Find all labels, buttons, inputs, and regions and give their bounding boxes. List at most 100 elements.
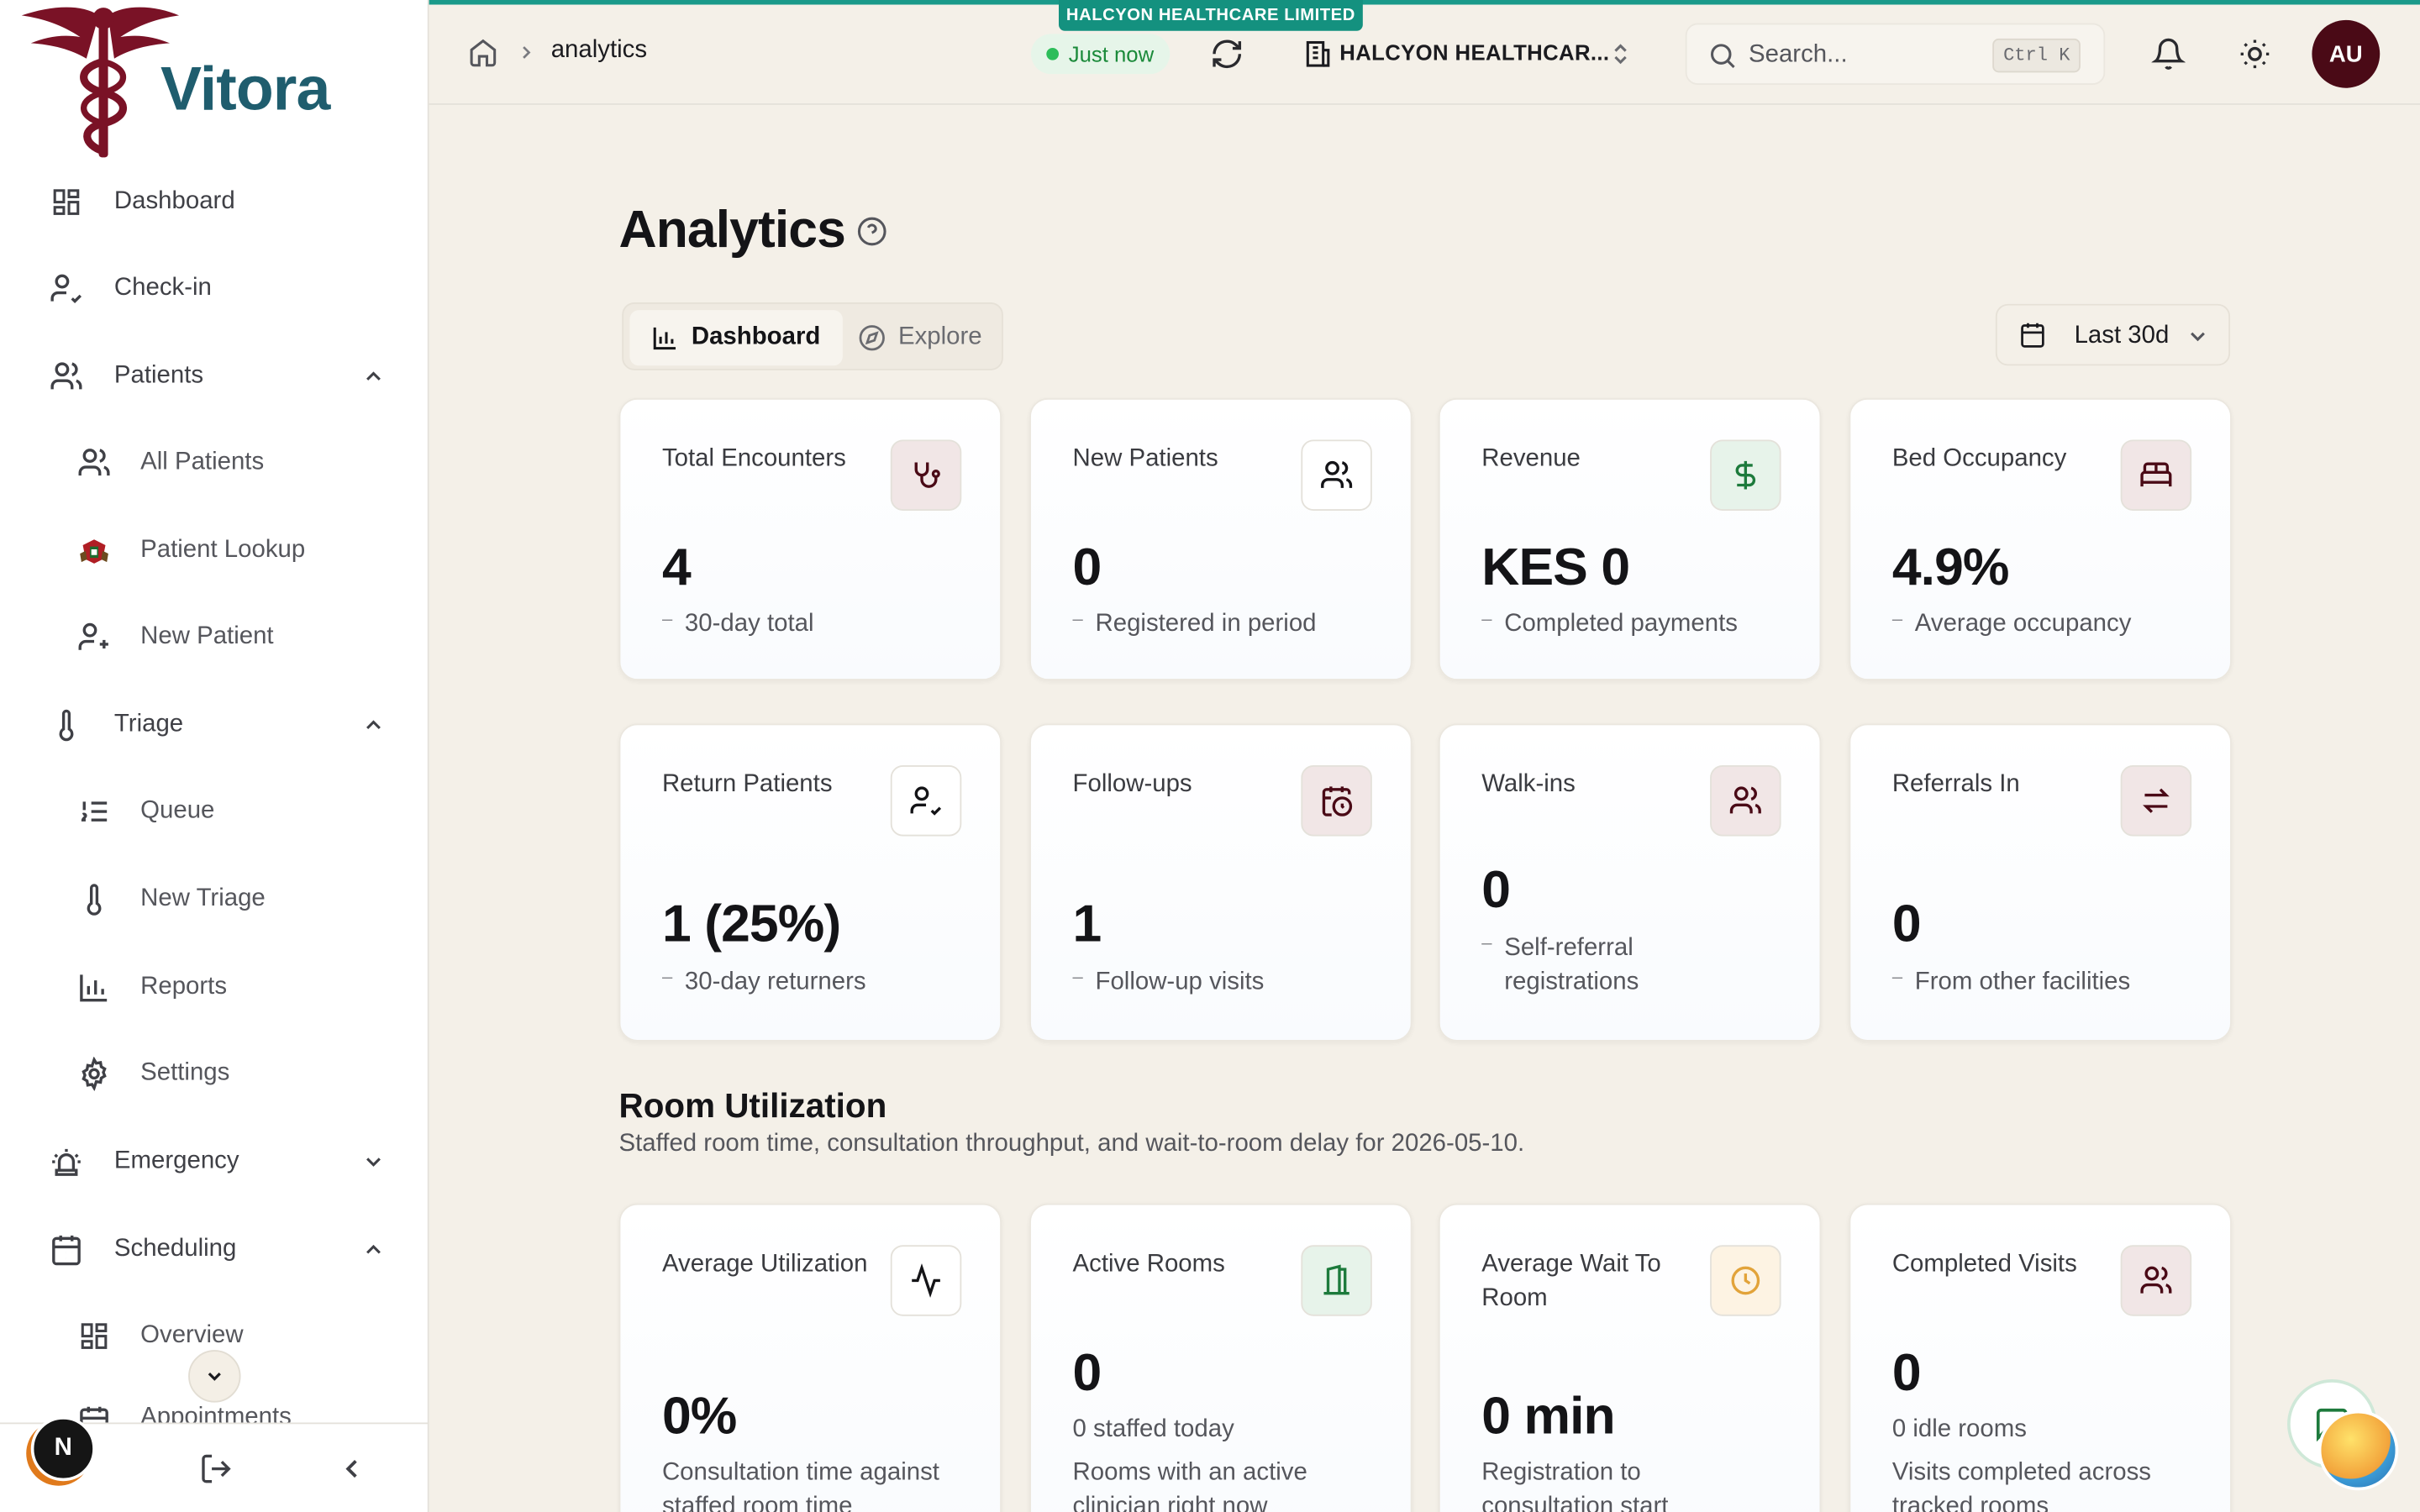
help-circle-icon[interactable] — [856, 216, 887, 247]
sidebar-item-label: Appointments — [140, 1404, 292, 1423]
section-title-room-utilization: Room Utilization — [618, 1086, 887, 1125]
sidebar-item-label: Scheduling — [113, 1236, 237, 1263]
kpi-title: Total Encounters — [661, 445, 846, 473]
kpi-subtitle-text: Follow-up visits — [1095, 969, 1265, 995]
tab-explore[interactable]: Explore — [837, 310, 1004, 365]
chevrons-up-down-icon — [1608, 39, 1633, 70]
kpi-card-referrals-in: Referrals In 0 – From other facilities — [1849, 723, 2232, 1042]
chevron-down-icon — [208, 1373, 221, 1381]
brand-name: Vitora — [160, 55, 330, 123]
activity-icon — [890, 1245, 962, 1316]
thermometer-icon — [50, 708, 83, 742]
bar-chart-icon — [77, 970, 111, 1004]
date-range-value: Last 30d — [2074, 322, 2170, 349]
kpi-subtitle: – Self-referral registrations — [1481, 932, 1697, 1000]
kpi-value: 1 (25%) — [661, 895, 841, 954]
search-input[interactable] — [1749, 37, 1981, 75]
kpi-subtitle-text: Average occupancy — [1914, 611, 2132, 638]
room-card-subtitle: Rooms with an active clinician right now — [1072, 1459, 1307, 1512]
kpi-value: 0 — [1891, 895, 1922, 954]
user-check-icon — [50, 271, 83, 305]
sidebar-item-patients[interactable]: Patients — [0, 341, 429, 412]
sidebar-item-label: Emergency — [113, 1147, 239, 1174]
user-check-icon — [890, 765, 962, 837]
kpi-subtitle: – Average occupancy — [1892, 608, 2201, 642]
sidebar-item-queue[interactable]: Queue — [0, 776, 429, 847]
account-avatar[interactable]: N — [30, 1416, 96, 1482]
room-card-value: 0 min — [1481, 1387, 1615, 1446]
kpi-value: 0 — [1481, 860, 1511, 920]
dollar-icon — [1710, 439, 1781, 511]
home-icon[interactable] — [468, 37, 499, 68]
sidebar-item-scheduling[interactable]: Scheduling — [0, 1215, 429, 1285]
bar-chart-icon — [653, 327, 676, 350]
kpi-card-return-patients: Return Patients 1 (25%) –30-day returner… — [618, 723, 1002, 1042]
collapse-sidebar-icon[interactable] — [334, 1451, 371, 1488]
kpi-title: Revenue — [1481, 445, 1581, 473]
tab-label: Dashboard — [691, 323, 821, 350]
sidebar-item-check-in[interactable]: Check-in — [0, 253, 429, 323]
sidebar-item-dashboard[interactable]: Dashboard — [0, 166, 429, 237]
sidebar-item-new-triage[interactable]: New Triage — [0, 864, 429, 935]
logout-icon[interactable] — [197, 1451, 234, 1488]
page-title: Analytics — [618, 200, 846, 260]
global-search[interactable]: Ctrl K — [1685, 23, 2106, 86]
room-card-completed-visits: Completed Visits 0 0 idle rooms Visits c… — [1849, 1203, 2232, 1512]
sidebar-item-label: Reports — [140, 973, 228, 1000]
room-card-title: Completed Visits — [1891, 1251, 2077, 1278]
tab-dashboard[interactable]: Dashboard — [629, 310, 843, 366]
calendar-icon — [77, 1404, 111, 1423]
chevron-up-icon[interactable] — [358, 710, 389, 741]
calendar-clock-icon — [1301, 765, 1372, 837]
room-card-subtitle: Visits completed across tracked rooms — [1891, 1459, 2151, 1512]
search-icon — [1707, 40, 1738, 71]
kpi-subtitle: – From other facilities — [1892, 966, 2201, 1000]
room-card-subtitle: Registration to consultation start — [1481, 1459, 1669, 1512]
chevron-down-icon[interactable] — [358, 1147, 389, 1178]
theme-toggle-sun-icon[interactable] — [2238, 37, 2271, 71]
gear-icon — [77, 1057, 111, 1091]
kpi-value: 0 — [1072, 538, 1102, 597]
vitora-logo[interactable]: Vitora — [18, 0, 343, 162]
clock-icon — [1710, 1245, 1781, 1316]
sidebar-item-reports[interactable]: Reports — [0, 952, 429, 1022]
beach-sunset-icon[interactable] — [2317, 1410, 2399, 1491]
chevron-down-icon — [2186, 324, 2210, 349]
kpi-title: Follow-ups — [1072, 771, 1192, 798]
sidebar-item-label: Patients — [113, 362, 204, 389]
refresh-icon[interactable] — [1210, 37, 1244, 71]
sidebar-item-all-patients[interactable]: All Patients — [0, 428, 429, 498]
kpi-value: KES 0 — [1481, 538, 1630, 597]
room-card-average-utilization: Average Utilization 0% Consultation time… — [618, 1203, 1002, 1512]
kpi-subtitle-text: Self-referral registrations — [1504, 935, 1639, 995]
organization-selector[interactable]: HALCYON HEALTHCAR... — [1284, 24, 1651, 83]
room-card-title: Average Wait To Room — [1481, 1251, 1661, 1312]
room-card-value: 0 — [1891, 1343, 1922, 1403]
scroll-down-button[interactable] — [188, 1350, 241, 1403]
chevron-up-icon[interactable] — [358, 361, 389, 392]
chevron-up-icon[interactable] — [358, 1234, 389, 1265]
siren-icon — [50, 1145, 83, 1179]
calendar-icon — [2018, 321, 2046, 349]
kpi-card-total-encounters: Total Encounters 4 –30-day total — [618, 397, 1002, 680]
sidebar-item-label: Patient Lookup — [140, 537, 306, 564]
date-range-select[interactable]: Last 30d — [1995, 303, 2231, 366]
organization-label: HALCYON HEALTHCAR... — [1339, 39, 1610, 66]
sidebar-item-new-patient[interactable]: New Patient — [0, 601, 429, 672]
chevron-right-icon — [515, 40, 537, 65]
search-shortcut-hint: Ctrl K — [1992, 38, 2081, 73]
room-card-title: Active Rooms — [1072, 1251, 1225, 1278]
users-icon — [1301, 439, 1372, 511]
user-avatar[interactable]: AU — [2312, 19, 2381, 88]
room-card-active-rooms: Active Rooms 0 0 staffed today Rooms wit… — [1029, 1203, 1413, 1512]
sidebar-item-patient-lookup[interactable]: Patient Lookup — [0, 515, 429, 585]
sidebar-item-label: Queue — [140, 797, 215, 824]
bell-icon[interactable] — [2150, 37, 2186, 71]
room-card-title: Average Utilization — [661, 1251, 868, 1278]
kpi-subtitle-text: Registered in period — [1095, 611, 1317, 638]
kpi-card-revenue: Revenue KES 0 – Completed payments — [1438, 397, 1822, 680]
sidebar-item-emergency[interactable]: Emergency — [0, 1126, 429, 1197]
door-icon — [1301, 1245, 1372, 1316]
sidebar-item-triage[interactable]: Triage — [0, 690, 429, 760]
sidebar-item-settings[interactable]: Settings — [0, 1038, 429, 1109]
